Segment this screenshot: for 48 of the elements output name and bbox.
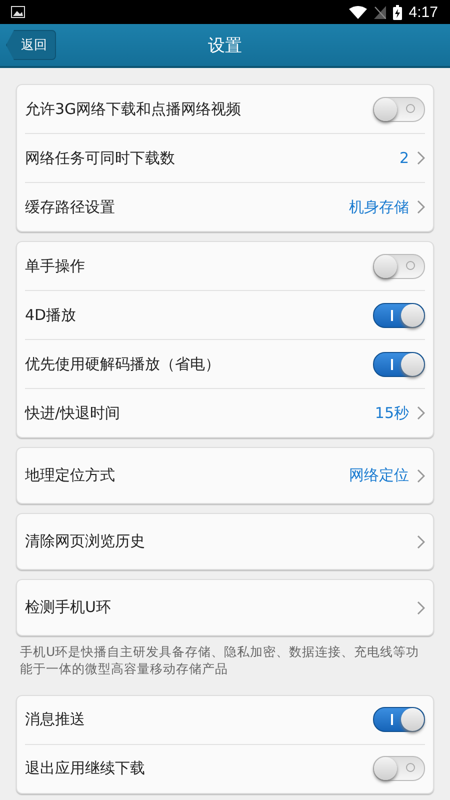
toggle-switch[interactable] — [373, 254, 425, 278]
settings-row[interactable]: 缓存路径设置 机身存储 — [25, 183, 425, 231]
setting-value: 15秒 — [374, 404, 409, 422]
settings-row[interactable]: 4D播放 — [25, 291, 425, 340]
chevron-icon — [417, 534, 425, 548]
chevron-icon — [417, 151, 425, 165]
chevron-icon — [417, 406, 425, 420]
description-text: 手机U环是快播自主研发具备存储、隐私加密、数据连接、充电线等功能于一体的微型高容量移动存储产品 — [20, 644, 420, 678]
setting-label: 检测手机U环 — [25, 598, 112, 617]
battery-charging-icon — [392, 4, 402, 20]
settings-row[interactable]: 优先使用硬解码播放（省电） — [25, 340, 425, 389]
setting-value: 网络定位 — [349, 466, 409, 485]
setting-label: 允许3G网络下载和点播网络视频 — [25, 100, 242, 118]
settings-row[interactable]: 网络任务可同时下载数 2 — [25, 134, 425, 183]
back-button[interactable]: 返回 — [6, 30, 56, 60]
setting-label: 退出应用继续下载 — [25, 759, 146, 778]
setting-label: 缓存路径设置 — [25, 198, 116, 216]
setting-label: 网络任务可同时下载数 — [25, 148, 176, 168]
wifi-icon — [348, 6, 367, 18]
chevron-icon — [417, 200, 425, 214]
setting-value: 2 — [399, 149, 409, 167]
setting-label: 清除网页浏览历史 — [25, 532, 146, 551]
settings-row[interactable]: 退出应用继续下载 — [25, 744, 425, 793]
setting-label: 4D播放 — [25, 306, 78, 324]
toggle-switch[interactable] — [373, 302, 425, 328]
page-title: 设置 — [208, 34, 242, 56]
settings-row[interactable]: 消息推送 — [25, 696, 425, 745]
toggle-switch[interactable] — [373, 707, 425, 732]
no-signal-icon — [374, 6, 386, 18]
status-time: 4:17 — [408, 4, 438, 20]
setting-label: 消息推送 — [25, 710, 86, 730]
settings-row[interactable]: 快进/快退时间 15秒 — [25, 389, 425, 437]
settings-row[interactable]: 允许3G网络下载和点播网络视频 — [25, 85, 425, 134]
setting-label: 优先使用硬解码播放（省电） — [25, 354, 221, 374]
settings-row[interactable]: 清除网页浏览历史 — [25, 514, 425, 569]
setting-value: 机身存储 — [349, 198, 409, 216]
chevron-icon — [417, 468, 425, 482]
settings-row[interactable]: 单手操作 — [25, 242, 425, 291]
settings-row[interactable]: 检测手机U环 — [25, 580, 425, 635]
chevron-icon — [417, 600, 425, 614]
setting-label: 快进/快退时间 — [25, 404, 122, 422]
image-icon — [11, 6, 25, 18]
toggle-switch[interactable] — [373, 96, 425, 122]
setting-label: 地理定位方式 — [25, 466, 116, 485]
setting-label: 单手操作 — [25, 256, 86, 276]
settings-row[interactable]: 地理定位方式 网络定位 — [25, 448, 425, 503]
toggle-switch[interactable] — [373, 352, 425, 376]
toggle-switch[interactable] — [373, 756, 425, 782]
